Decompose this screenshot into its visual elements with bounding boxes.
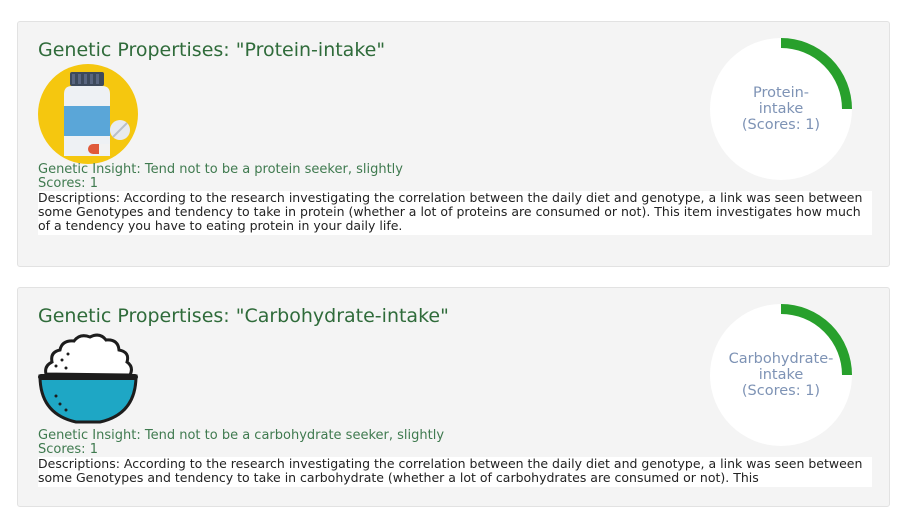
scores-text: Scores: 1 — [38, 442, 98, 457]
gauge-label-score: (Scores: 1) — [741, 383, 821, 399]
insight-block: Genetic Insight: Tend not to be a carboh… — [38, 429, 444, 457]
gauge-label: Carbohydrate- intake (Scores: 1) — [708, 302, 854, 448]
gauge-label-score: (Scores: 1) — [741, 117, 821, 133]
genetic-insight-text: Genetic Insight: Tend not to be a protei… — [38, 162, 403, 177]
score-gauge: Protein- intake (Scores: 1) — [708, 36, 854, 182]
description-text: Descriptions: According to the research … — [38, 191, 872, 235]
gauge-label-line1: Carbohydrate- — [728, 351, 834, 367]
insight-block: Genetic Insight: Tend not to be a protei… — [38, 163, 403, 191]
description-text: Descriptions: According to the research … — [38, 457, 872, 487]
scores-text: Scores: 1 — [38, 176, 98, 191]
card-title: Genetic Propertises: "Protein-intake" — [38, 39, 386, 61]
gauge-label: Protein- intake (Scores: 1) — [708, 36, 854, 182]
rice-bowl-icon — [38, 330, 138, 430]
genetic-insight-text: Genetic Insight: Tend not to be a carboh… — [38, 428, 445, 443]
gauge-label-line1: Protein- — [752, 85, 810, 101]
gauge-label-line2: intake — [758, 367, 804, 383]
card-title: Genetic Propertises: "Carbohydrate-intak… — [38, 305, 449, 327]
trait-card-carbohydrate: Genetic Propertises: "Carbohydrate-intak… — [17, 287, 890, 507]
trait-card-protein: Genetic Propertises: "Protein-intake" Ge… — [17, 21, 890, 267]
score-gauge: Carbohydrate- intake (Scores: 1) — [708, 302, 854, 448]
gauge-label-line2: intake — [758, 101, 804, 117]
protein-supplement-bottle-icon — [38, 64, 138, 164]
